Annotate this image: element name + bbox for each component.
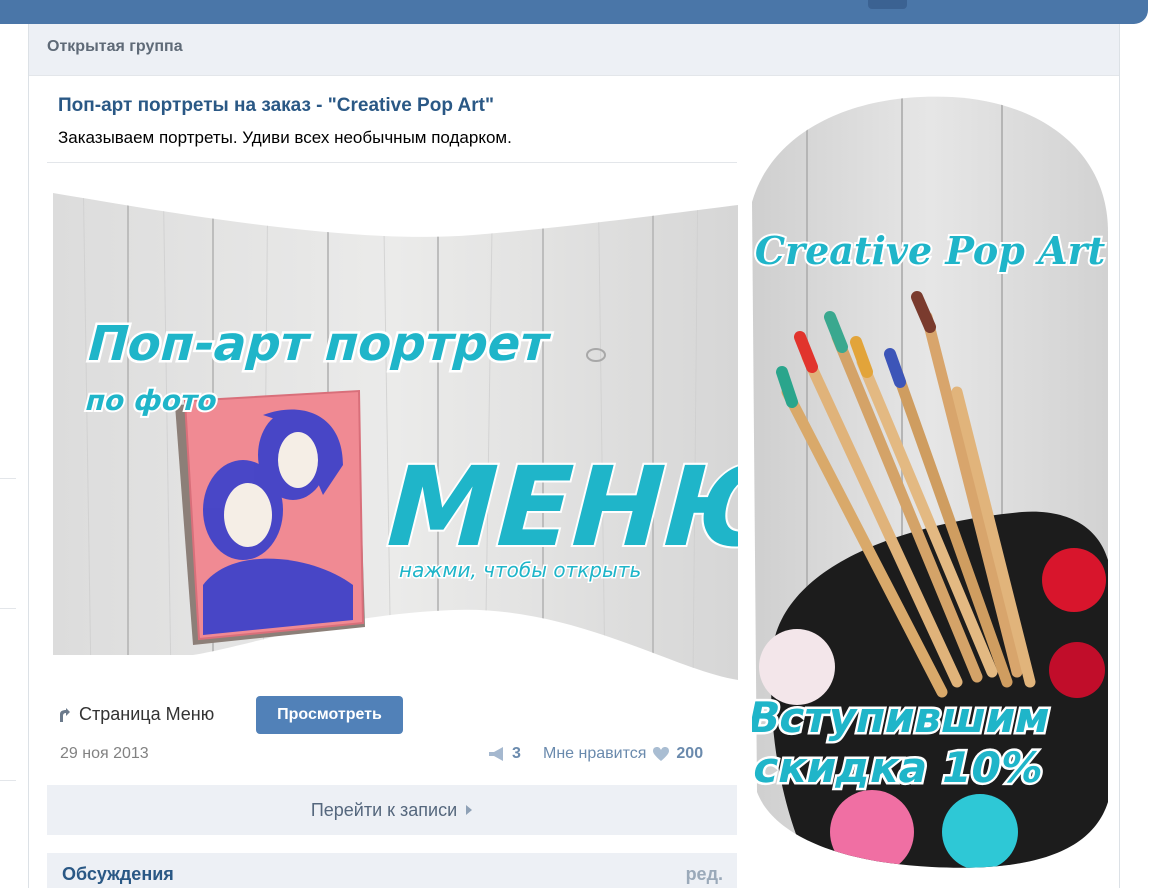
chevron-right-icon [466, 805, 473, 815]
go-to-post-label: Перейти к записи [310, 799, 458, 820]
post-description: Заказываем портреты. Удиви всех необычны… [58, 128, 512, 147]
discussions-title[interactable]: Обсуждения [62, 864, 174, 884]
post-date[interactable]: 29 ноя 2013 [60, 745, 149, 763]
sidebar-divider [0, 478, 16, 479]
portrait-canvas [175, 389, 365, 645]
side-brand-title: Creative Pop Art [755, 228, 1106, 273]
view-button[interactable]: Просмотреть [256, 696, 403, 734]
topbar-button[interactable] [868, 0, 907, 9]
go-to-post-button[interactable]: Перейти к записи [47, 785, 737, 835]
likes-label: Мне нравится [543, 745, 647, 762]
top-navigation-bar [0, 0, 1148, 24]
side-promo-line-2: скидка 10% [752, 744, 1048, 792]
discussions-edit-link[interactable]: ред. [686, 864, 723, 885]
megaphone-icon [489, 747, 503, 761]
menu-banner[interactable]: Поп-арт портрет по фото МЕНЮ нажми, чтоб… [53, 165, 738, 680]
repost-counter[interactable]: 3 [488, 745, 521, 763]
group-type-label: Открытая группа [47, 38, 183, 55]
banner-menu-hint: нажми, чтобы открыть [399, 558, 641, 582]
post-title[interactable]: Поп-арт портреты на заказ - "Creative Po… [58, 95, 494, 117]
discussions-header: Обсуждения ред. [47, 853, 737, 888]
side-promo-banner: Creative Pop Art Вступившим скидка 10% [752, 96, 1108, 868]
heart-icon [653, 747, 670, 761]
page-arrow-icon [60, 707, 70, 722]
repost-count: 3 [512, 745, 521, 762]
banner-menu-title: МЕНЮ [372, 444, 738, 572]
sidebar-divider [0, 780, 16, 781]
divider [47, 162, 737, 163]
sidebar-divider [0, 608, 16, 609]
banner-headline-2: по фото [82, 384, 221, 416]
left-sidebar-edge [0, 24, 28, 888]
menu-page-link[interactable]: Страница Меню [57, 704, 214, 725]
like-button[interactable]: Мне нравится 200 [543, 745, 703, 763]
banner-headline-1: Поп-арт портрет [81, 317, 556, 372]
side-promo-line-1: Вступившим [752, 694, 1055, 742]
likes-count: 200 [676, 745, 704, 762]
panel-header: Открытая группа [29, 24, 1119, 76]
page-link-label[interactable]: Страница Меню [79, 704, 214, 725]
